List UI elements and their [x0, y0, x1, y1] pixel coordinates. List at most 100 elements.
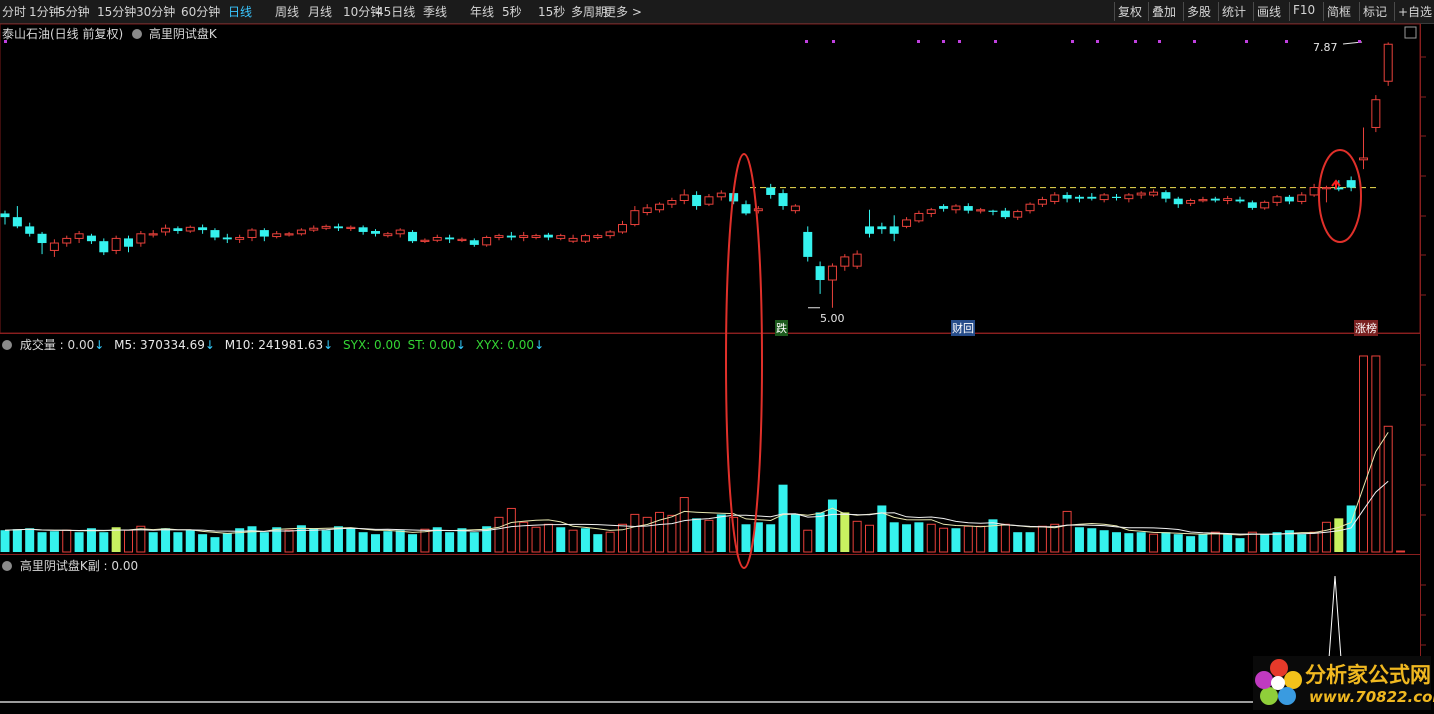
candle-body [1000, 210, 1010, 218]
volume-bar [1396, 550, 1406, 553]
volume-bar [519, 521, 529, 553]
candle-body [259, 230, 269, 237]
candle-body [543, 234, 553, 238]
candle-body [914, 212, 924, 222]
candle-body [408, 231, 418, 242]
candle-body [1112, 196, 1121, 199]
candle-body [494, 235, 504, 238]
volume-bar [815, 512, 825, 552]
limit-list-marker[interactable]: 涨榜 [1354, 320, 1378, 336]
volume-bar [580, 528, 590, 552]
dropdown-icon[interactable] [2, 561, 12, 571]
dropdown-icon[interactable] [132, 29, 143, 39]
volume-bar [939, 527, 949, 553]
volume-bar [1136, 532, 1146, 552]
candle-body [272, 233, 282, 238]
volume-bar [1247, 531, 1257, 553]
candle-body [358, 227, 368, 232]
candle-body [124, 238, 133, 247]
candle-body [371, 231, 380, 234]
candle-body [605, 231, 615, 237]
volume-bar [469, 532, 479, 552]
volume-bar [309, 528, 319, 552]
annotation-ellipse [725, 153, 763, 569]
candle-body [296, 229, 306, 235]
volume-bar [1050, 523, 1060, 553]
candle-body [1321, 187, 1331, 190]
volume-bar [1112, 532, 1121, 552]
m5-label: M5: 370334.69 [114, 338, 205, 352]
volume-bar [74, 532, 84, 552]
signal-dot [1358, 40, 1361, 43]
candle-body [420, 239, 430, 242]
candle-body [951, 205, 961, 211]
candle-body [1247, 202, 1257, 208]
volume-bar [593, 534, 603, 552]
volume-bar [99, 532, 109, 552]
candle-body [321, 225, 331, 229]
candle-body [618, 224, 627, 233]
annotation-ellipse [1318, 149, 1362, 243]
volume-bar [111, 527, 121, 552]
kline-chart-canvas[interactable] [0, 0, 1434, 714]
candle-body [655, 203, 665, 211]
candle-body [642, 207, 652, 214]
candle-body [1186, 200, 1196, 204]
candle-body [1124, 194, 1134, 200]
candle-body [1087, 196, 1097, 199]
dropdown-icon[interactable] [2, 340, 12, 350]
panel-scroll-icon [1404, 26, 1417, 39]
volume-bar [1297, 534, 1307, 552]
volume-bar [1149, 533, 1159, 553]
candle-body [1210, 198, 1220, 201]
candle-body [482, 236, 492, 246]
candle-body [333, 226, 343, 229]
candle-body [457, 238, 467, 242]
volume-bar [1260, 534, 1270, 552]
volume-bar [1000, 523, 1010, 553]
candle-body [136, 233, 146, 244]
volume-bar [605, 531, 615, 553]
candle-body [12, 217, 22, 227]
candle-body [865, 226, 874, 234]
candle-body [1284, 196, 1294, 202]
candle-body [704, 196, 714, 205]
main-panel-frame [0, 23, 1421, 334]
candle-body [630, 210, 640, 226]
candle-body [1198, 199, 1208, 202]
candle-body [667, 200, 677, 205]
volume-bar [618, 523, 627, 553]
volume-bar [457, 528, 467, 552]
indicator-label[interactable]: 高里阴试盘K [149, 27, 217, 41]
volume-bar [1161, 532, 1171, 552]
volume-bar [976, 525, 986, 553]
signal-dot [994, 40, 997, 43]
volume-bar [1037, 525, 1047, 553]
st-label: ST: 0.00 [407, 338, 456, 352]
volume-bar [86, 528, 96, 552]
candle-body [1359, 157, 1368, 161]
volume-bar [173, 532, 183, 552]
volume-bar [1359, 355, 1368, 553]
volume-bar [803, 529, 813, 553]
candle-body [519, 235, 529, 238]
volume-bar [408, 534, 418, 552]
signal-dot [917, 40, 920, 43]
volume-bar [333, 526, 343, 552]
volume-bar [494, 516, 504, 553]
volume-bar [161, 528, 171, 552]
candle-body [988, 210, 998, 212]
low-price-label: 5.00 [820, 312, 845, 325]
candle-body [37, 233, 47, 244]
volume-bar [531, 526, 541, 553]
signal-dot [805, 40, 808, 43]
volume-bar [1223, 534, 1233, 552]
watermark-url: www.70822.com [1309, 688, 1434, 706]
volume-bar [124, 529, 133, 553]
down-marker[interactable]: 跌 [775, 320, 788, 336]
sub-panel-header: 高里阴试盘K副 : 0.00 [2, 557, 138, 574]
finance-marker[interactable]: 财回 [951, 320, 975, 336]
arrow-down-icon: ↓ [204, 338, 215, 352]
volume-bar [1334, 518, 1344, 552]
candle-body [1297, 194, 1307, 202]
